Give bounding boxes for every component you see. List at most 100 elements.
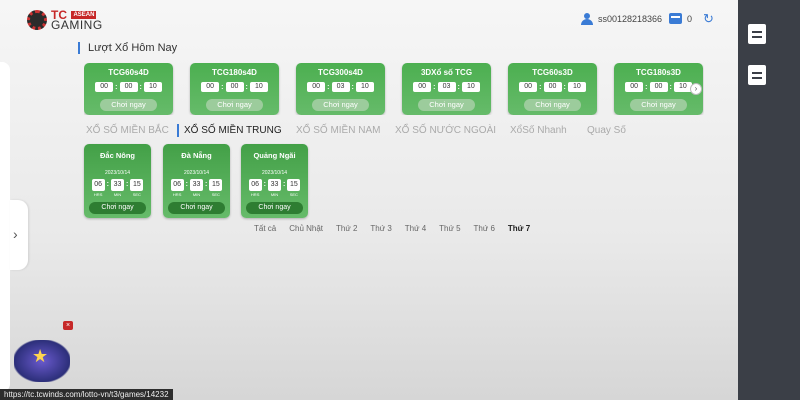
day-filter-saturday[interactable]: Thứ 7 xyxy=(508,224,530,233)
game-card[interactable]: TCG300s4D 00: 03: 10 Chơi ngay xyxy=(296,63,385,115)
chevron-right-icon[interactable]: › xyxy=(13,226,18,242)
province-card[interactable]: Đà Nẵng 2023/10/14 06 HRS : 33 MIN : 15 SEC… xyxy=(163,144,230,218)
countdown-timer: 00: 00: 10 xyxy=(84,82,173,92)
tab-mien-nam[interactable]: XỔ SỐ MIỀN NAM xyxy=(296,125,380,136)
countdown-timer: 06 HRS : 33 MIN : 15 SEC xyxy=(84,179,151,197)
timer-minutes: 33 xyxy=(268,179,281,191)
hrs-label: HRS xyxy=(250,192,260,197)
tab-nuoc-ngoai[interactable]: XỔ SỐ NƯỚC NGOÀI xyxy=(395,125,496,136)
sec-label: SEC xyxy=(289,192,298,197)
day-filter-friday[interactable]: Thứ 6 xyxy=(474,224,495,233)
sec-label: SEC xyxy=(132,192,141,197)
draw-date: 2023/10/14 xyxy=(261,170,288,176)
active-tab-marker xyxy=(177,124,179,137)
draw-date: 2023/10/14 xyxy=(104,170,131,176)
today-games-row: TCG60s4D 00: 00: 10 Chơi ngay TCG180s4D … xyxy=(84,63,704,115)
game-title: TCG60s4D xyxy=(108,68,149,77)
timer-seconds: 15 xyxy=(209,179,223,191)
timer-hours: 00 xyxy=(413,82,432,92)
timer-seconds: 15 xyxy=(130,179,144,191)
timer-minutes: 00 xyxy=(543,82,562,92)
province-name: Đà Nẵng xyxy=(181,151,212,160)
left-drawer xyxy=(0,62,10,392)
game-card[interactable]: TCG60s4D 00: 00: 10 Chơi ngay xyxy=(84,63,173,115)
timer-hours: 00 xyxy=(625,82,644,92)
lucky-promo-logo[interactable] xyxy=(14,340,70,382)
timer-hours: 06 xyxy=(170,179,184,191)
tc-gaming-logo[interactable]: TC ASEAN GAMING xyxy=(27,9,103,32)
day-filter-sunday[interactable]: Chủ Nhật xyxy=(289,224,323,233)
province-card[interactable]: Quảng Ngãi 2023/10/14 06 HRS : 33 MIN : 15… xyxy=(241,144,308,218)
play-now-button[interactable]: Chơi ngay xyxy=(168,202,225,214)
tab-mien-trung[interactable]: XỔ SỐ MIỀN TRUNG xyxy=(184,125,282,136)
game-title: 3DXổ số TCG xyxy=(420,68,473,77)
document-icon[interactable] xyxy=(748,24,766,44)
timer-minutes: 00 xyxy=(225,82,244,92)
timer-seconds: 10 xyxy=(249,82,268,92)
timer-minutes: 00 xyxy=(649,82,668,92)
timer-seconds: 10 xyxy=(355,82,374,92)
hrs-label: HRS xyxy=(172,192,182,197)
min-label: MIN xyxy=(192,192,201,197)
wallet-icon xyxy=(669,13,682,24)
countdown-timer: 00: 00: 10 xyxy=(190,82,279,92)
close-icon[interactable]: × xyxy=(63,321,73,330)
refresh-icon[interactable]: ↻ xyxy=(703,12,714,25)
timer-hours: 00 xyxy=(519,82,538,92)
user-icon xyxy=(581,13,593,25)
play-now-button[interactable]: Chơi ngay xyxy=(312,99,369,111)
min-label: MIN xyxy=(113,192,122,197)
day-filter-all[interactable]: Tất cả xyxy=(254,224,276,233)
timer-minutes: 03 xyxy=(437,82,456,92)
game-card[interactable]: 3DXổ số TCG 00: 03: 10 Chơi ngay xyxy=(402,63,491,115)
logo-gaming: GAMING xyxy=(51,18,103,32)
section-title: Lượt Xổ Hôm Nay xyxy=(78,42,177,54)
play-now-button[interactable]: Chơi ngay xyxy=(524,99,581,111)
countdown-timer: 00: 03: 10 xyxy=(402,82,491,92)
province-name: Đắc Nông xyxy=(99,151,135,160)
game-card[interactable]: TCG180s4D 00: 00: 10 Chơi ngay xyxy=(190,63,279,115)
play-now-button[interactable]: Chơi ngay xyxy=(418,99,475,111)
balance: 0 xyxy=(687,14,693,24)
timer-hours: 06 xyxy=(248,179,262,191)
timer-minutes: 00 xyxy=(119,82,138,92)
play-now-button[interactable]: Chơi ngay xyxy=(206,99,263,111)
day-filter-thursday[interactable]: Thứ 5 xyxy=(439,224,460,233)
game-title: TCG180s3D xyxy=(636,68,681,77)
timer-minutes: 33 xyxy=(111,179,124,191)
timer-seconds: 10 xyxy=(461,82,480,92)
countdown-timer: 00: 00: 10 xyxy=(508,82,597,92)
province-name: Quảng Ngãi xyxy=(253,151,296,160)
tab-quay-so[interactable]: Quay Số xyxy=(587,125,626,136)
play-now-button[interactable]: Chơi ngay xyxy=(89,202,146,214)
status-bar-url: https://tc.tcwinds.com/lotto-vn/t3/games… xyxy=(0,389,173,400)
play-now-button[interactable]: Chơi ngay xyxy=(100,99,157,111)
tab-xoso-nhanh[interactable]: XổSố Nhanh xyxy=(510,125,567,136)
game-card[interactable]: TCG60s3D 00: 00: 10 Chơi ngay xyxy=(508,63,597,115)
game-title: TCG180s4D xyxy=(212,68,257,77)
timer-minutes: 03 xyxy=(331,82,350,92)
sec-label: SEC xyxy=(211,192,220,197)
timer-seconds: 10 xyxy=(567,82,586,92)
timer-hours: 00 xyxy=(95,82,114,92)
day-filter-wednesday[interactable]: Thứ 4 xyxy=(405,224,426,233)
play-now-button[interactable]: Chơi ngay xyxy=(246,202,303,214)
min-label: MIN xyxy=(270,192,279,197)
countdown-timer: 00: 03: 10 xyxy=(296,82,385,92)
poker-chip-icon xyxy=(27,10,47,30)
timer-hours: 06 xyxy=(91,179,105,191)
province-card[interactable]: Đắc Nông 2023/10/14 06 HRS : 33 MIN : 15 SE… xyxy=(84,144,151,218)
timer-hours: 00 xyxy=(201,82,220,92)
next-arrow-icon[interactable]: › xyxy=(690,83,702,95)
game-title: TCG300s4D xyxy=(318,68,363,77)
username[interactable]: ss00128218366 xyxy=(598,14,662,24)
tab-mien-bac[interactable]: XỔ SỐ MIỀN BẮC xyxy=(86,125,169,136)
timer-seconds: 15 xyxy=(287,179,301,191)
notes-icon[interactable] xyxy=(748,65,766,85)
play-now-button[interactable]: Chơi ngay xyxy=(630,99,687,111)
right-side-panel xyxy=(738,0,800,400)
countdown-timer: 06 HRS : 33 MIN : 15 SEC xyxy=(163,179,230,197)
day-filter-monday[interactable]: Thứ 2 xyxy=(336,224,357,233)
timer-hours: 00 xyxy=(307,82,326,92)
day-filter-tuesday[interactable]: Thứ 3 xyxy=(370,224,391,233)
